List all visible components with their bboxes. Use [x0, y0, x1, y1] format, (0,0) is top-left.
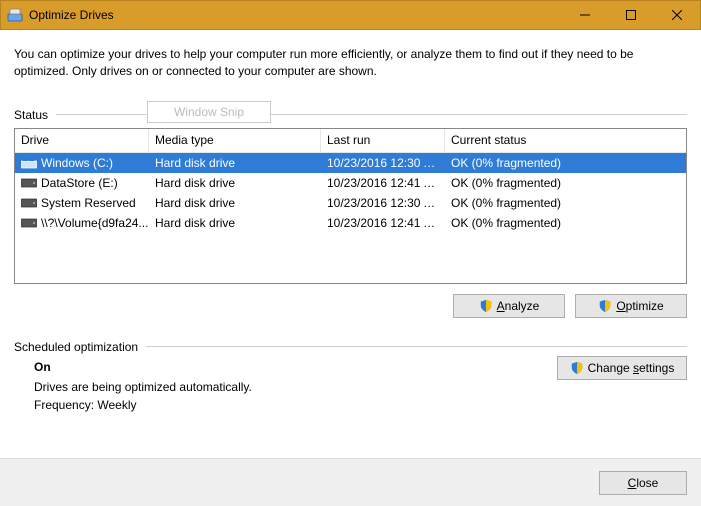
drive-media: Hard disk drive	[149, 174, 321, 192]
shield-icon	[479, 299, 493, 313]
drive-name: System Reserved	[41, 196, 136, 210]
drive-lastrun: 10/23/2016 12:41 A...	[321, 174, 445, 192]
schedule-body: Change settings On Drives are being opti…	[14, 360, 687, 412]
divider	[146, 346, 687, 347]
shield-icon	[598, 299, 612, 313]
action-button-row: Analyze Optimize	[14, 294, 687, 318]
footer: Close	[0, 458, 701, 506]
drives-list[interactable]: Drive Media type Last run Current status…	[14, 128, 687, 284]
schedule-label: Scheduled optimization	[14, 340, 138, 354]
content-area: Window Snip You can optimize your drives…	[0, 30, 701, 412]
drive-media: Hard disk drive	[149, 214, 321, 232]
window-title: Optimize Drives	[29, 8, 562, 22]
drive-icon	[21, 177, 37, 189]
col-header-lastrun[interactable]: Last run	[321, 129, 445, 152]
drive-status: OK (0% fragmented)	[445, 174, 686, 192]
drive-media: Hard disk drive	[149, 154, 321, 172]
drive-icon	[21, 217, 37, 229]
close-button[interactable]	[654, 1, 700, 29]
drive-status: OK (0% fragmented)	[445, 194, 686, 212]
close-dialog-button[interactable]: Close	[599, 471, 687, 495]
drive-lastrun: 10/23/2016 12:41 A...	[321, 214, 445, 232]
app-icon	[7, 7, 23, 23]
schedule-heading: Scheduled optimization	[14, 340, 687, 354]
col-header-media[interactable]: Media type	[149, 129, 321, 152]
window-controls	[562, 1, 700, 29]
drive-status: OK (0% fragmented)	[445, 214, 686, 232]
drive-name: DataStore (E:)	[41, 176, 118, 190]
schedule-freq: Frequency: Weekly	[34, 398, 687, 412]
optimize-button[interactable]: Optimize	[575, 294, 687, 318]
divider	[56, 114, 687, 115]
status-label: Status	[14, 108, 48, 122]
drive-name: \\?\Volume{d9fa24...	[41, 216, 148, 230]
table-row[interactable]: DataStore (E:) Hard disk drive10/23/2016 …	[15, 173, 686, 193]
drive-status: OK (0% fragmented)	[445, 154, 686, 172]
minimize-button[interactable]	[562, 1, 608, 29]
list-header[interactable]: Drive Media type Last run Current status	[15, 129, 686, 153]
col-header-drive[interactable]: Drive	[15, 129, 149, 152]
titlebar: Optimize Drives	[0, 0, 701, 30]
intro-text: You can optimize your drives to help you…	[14, 46, 687, 80]
drive-lastrun: 10/23/2016 12:30 A...	[321, 194, 445, 212]
col-header-status[interactable]: Current status	[445, 129, 686, 152]
drive-media: Hard disk drive	[149, 194, 321, 212]
analyze-button[interactable]: Analyze	[453, 294, 565, 318]
drive-lastrun: 10/23/2016 12:30 A...	[321, 154, 445, 172]
maximize-button[interactable]	[608, 1, 654, 29]
table-row[interactable]: \\?\Volume{d9fa24...Hard disk drive10/23…	[15, 213, 686, 233]
schedule-desc: Drives are being optimized automatically…	[34, 380, 687, 394]
drive-name: Windows (C:)	[41, 156, 113, 170]
change-settings-button[interactable]: Change settings	[557, 356, 687, 380]
table-row[interactable]: Windows (C:) Hard disk drive10/23/2016 12…	[15, 153, 686, 173]
shield-icon	[570, 361, 584, 375]
status-heading: Status	[14, 108, 687, 122]
table-row[interactable]: System Reserved Hard disk drive10/23/2016…	[15, 193, 686, 213]
drive-icon	[21, 157, 37, 169]
drive-icon	[21, 197, 37, 209]
